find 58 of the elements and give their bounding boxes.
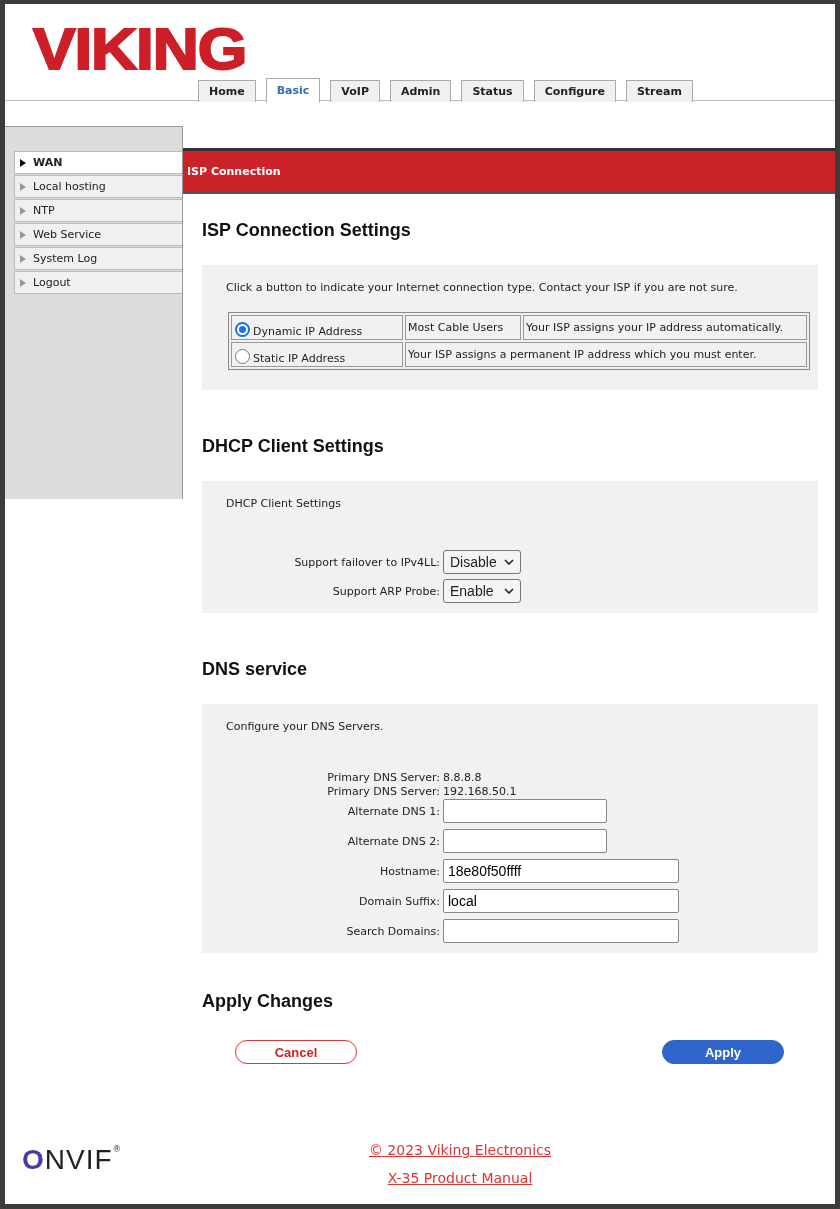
- sidebar-item[interactable]: WAN: [14, 151, 182, 174]
- table-cell: Most Cable Users: [405, 315, 521, 340]
- sidebar-item[interactable]: Logout: [14, 271, 182, 294]
- input-field[interactable]: [443, 829, 607, 853]
- sidebar-item[interactable]: NTP: [14, 199, 182, 222]
- dropdown[interactable]: Enable: [443, 579, 521, 603]
- radio-option[interactable]: Static IP Address: [231, 342, 403, 367]
- section-banner: ISP Connection: [183, 148, 835, 194]
- triangle-icon: [20, 158, 26, 167]
- nav-tab[interactable]: Admin: [389, 80, 452, 102]
- nav-tab[interactable]: Status: [461, 80, 524, 102]
- intro-text: Click a button to indicate your Internet connection type. Contact your ISP if you are not sure.: [226, 281, 739, 294]
- table-cell: Your ISP assigns your IP address automatically.: [523, 315, 807, 340]
- chevron-down-icon: [504, 559, 514, 565]
- chevron-down-icon: [504, 588, 514, 594]
- field-label: Alternate DNS 2:: [346, 834, 440, 848]
- field-label: Search Domains:: [345, 924, 440, 938]
- input-field[interactable]: local: [443, 889, 679, 913]
- intro-text: DHCP Client Settings: [226, 497, 342, 510]
- radio-option[interactable]: Dynamic IP Address: [231, 315, 403, 340]
- sidebar-item[interactable]: Web Service: [14, 223, 182, 246]
- input-field[interactable]: [443, 799, 607, 823]
- onvif-logo: ONVIF®: [22, 1144, 122, 1176]
- field-value: 8.8.8.8: [443, 771, 482, 784]
- cancel-button[interactable]: Cancel: [235, 1040, 357, 1064]
- field-label: Domain Suffix:: [358, 894, 440, 908]
- triangle-icon: [20, 230, 26, 239]
- viking-logo: VIKING: [33, 20, 247, 78]
- sidebar-item[interactable]: Local hosting: [14, 175, 182, 198]
- field-label: Primary DNS Server:: [326, 785, 440, 798]
- section-heading: DNS service: [202, 659, 309, 680]
- triangle-icon: [20, 278, 26, 287]
- input-field[interactable]: [443, 919, 679, 943]
- footer-link[interactable]: © 2023 Viking Electronics: [368, 1142, 552, 1158]
- sidebar-item[interactable]: System Log: [14, 247, 182, 270]
- footer-link[interactable]: X-35 Product Manual: [387, 1170, 533, 1186]
- nav-tab[interactable]: Home: [198, 80, 256, 102]
- nav-tab[interactable]: Basic: [265, 78, 321, 103]
- nav-tab[interactable]: VoIP: [330, 80, 380, 102]
- table-cell: Your ISP assigns a permanent IP address which you must enter.: [405, 342, 807, 367]
- triangle-icon: [20, 254, 26, 263]
- triangle-icon: [20, 182, 26, 191]
- triangle-icon: [20, 206, 26, 215]
- section-heading: DHCP Client Settings: [202, 436, 385, 457]
- dropdown[interactable]: Disable: [443, 550, 521, 574]
- input-field[interactable]: 18e80f50ffff: [443, 859, 679, 883]
- field-label: Hostname:: [379, 864, 440, 878]
- section-heading: Apply Changes: [202, 991, 335, 1012]
- field-label: Alternate DNS 1:: [346, 804, 440, 818]
- nav-tab[interactable]: Configure: [533, 80, 616, 102]
- intro-text: Configure your DNS Servers.: [226, 720, 385, 733]
- field-value: 192.168.50.1: [443, 785, 517, 798]
- section-heading: ISP Connection Settings: [202, 220, 412, 241]
- field-label: Support failover to IPv4LL:: [293, 555, 440, 569]
- field-label: Support ARP Probe:: [331, 584, 440, 598]
- field-label: Primary DNS Server:: [326, 771, 440, 784]
- apply-button[interactable]: Apply: [662, 1040, 784, 1064]
- nav-tab[interactable]: Stream: [625, 80, 693, 102]
